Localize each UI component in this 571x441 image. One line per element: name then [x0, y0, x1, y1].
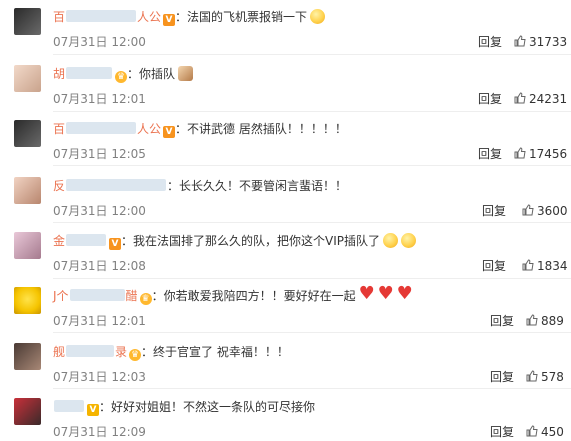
comment-time: 07月31日 12:00 [53, 35, 146, 49]
cat-emoji-icon [178, 66, 194, 81]
thumbs-up-icon [526, 314, 538, 326]
thumbs-up-icon [514, 147, 526, 159]
username-blurred [66, 122, 137, 134]
heart-emoji-icon [378, 285, 394, 303]
reply-button[interactable]: 回复 [482, 257, 506, 275]
like-button[interactable]: 450 [526, 423, 564, 441]
reply-button[interactable]: 回复 [478, 33, 502, 51]
username[interactable]: 反 [53, 179, 65, 193]
username-blurred [66, 67, 113, 79]
divider [53, 388, 571, 389]
username-end[interactable]: 醋 [126, 289, 138, 303]
like-count: 450 [541, 425, 564, 439]
comment-text: 法国的飞机票报销一下 [187, 10, 308, 24]
thumbs-up-icon [522, 204, 534, 216]
like-count: 1834 [537, 259, 568, 273]
avatar[interactable] [14, 398, 41, 425]
heart-emoji-icon [397, 285, 413, 303]
like-count: 31733 [529, 35, 568, 49]
username[interactable]: 百 [53, 122, 65, 136]
reply-button[interactable]: 回复 [490, 312, 514, 330]
reply-button[interactable]: 回复 [478, 145, 502, 163]
avatar[interactable] [14, 177, 41, 204]
username-end[interactable]: 录 [115, 345, 127, 359]
reply-button[interactable]: 回复 [490, 368, 514, 386]
crown-badge-icon: ♛ [139, 293, 152, 305]
comment-time: 07月31日 12:03 [53, 370, 146, 384]
comment-text: 不讲武德 居然插队！！！！！ [187, 122, 347, 136]
like-button[interactable]: 1834 [522, 257, 568, 275]
smile-emoji-icon [401, 233, 417, 248]
comment-time: 07月31日 12:05 [53, 147, 146, 161]
like-count: 889 [541, 314, 564, 328]
comment-time: 07月31日 12:01 [53, 92, 146, 106]
like-count: 24231 [529, 92, 568, 106]
comment-time: 07月31日 12:08 [53, 259, 146, 273]
username[interactable]: 百 [53, 10, 65, 24]
heart-emoji-icon [359, 285, 375, 303]
like-button[interactable]: 17456 [514, 145, 567, 163]
like-button[interactable]: 889 [526, 312, 564, 330]
reply-button[interactable]: 回复 [490, 423, 514, 441]
comment-time: 07月31日 12:01 [53, 314, 146, 328]
reply-button[interactable]: 回复 [482, 202, 506, 220]
thumbs-up-icon [522, 259, 534, 271]
thumbs-up-icon [526, 425, 538, 437]
username-blurred [66, 345, 115, 357]
crown-badge-icon: ♛ [129, 349, 142, 361]
smile-emoji-icon [383, 233, 399, 248]
vip-badge-icon: V [87, 404, 99, 416]
comment-time: 07月31日 12:00 [53, 204, 146, 218]
username-blurred [66, 234, 107, 246]
divider [53, 332, 571, 333]
like-button[interactable]: 3600 [522, 202, 568, 220]
like-count: 3600 [537, 204, 568, 218]
username[interactable]: 舰 [53, 345, 65, 359]
vip-badge-icon: V [163, 14, 176, 26]
crown-badge-icon: ♛ [115, 71, 128, 83]
avatar[interactable] [14, 343, 41, 370]
comment-text: 你插队 [139, 67, 176, 81]
username-blurred [69, 289, 125, 301]
like-count: 578 [541, 370, 564, 384]
divider [53, 222, 571, 223]
thumbs-up-icon [514, 92, 526, 104]
comment-text: 我在法国排了那么久的队，把你这个VIP插队了 [133, 234, 381, 248]
thumbs-up-icon [514, 35, 526, 47]
comment-text: 好好对姐姐！不然这一条队的可尽接你 [111, 400, 316, 414]
thumbs-up-icon [526, 370, 538, 382]
avatar[interactable] [14, 8, 41, 35]
divider [53, 111, 571, 112]
username-end[interactable]: 人公 [137, 122, 161, 136]
divider [53, 54, 571, 55]
vip-badge-icon: V [109, 238, 122, 250]
like-button[interactable]: 31733 [514, 33, 567, 51]
divider [53, 165, 571, 166]
avatar[interactable] [14, 65, 41, 92]
comment-text: 你若敢爱我陪四方！！要好好在一起 [163, 289, 356, 303]
divider [53, 278, 571, 279]
username-blurred [66, 10, 137, 22]
comment-text: 长长久久！不要管闲言蜚语！！ [179, 179, 348, 193]
username-blurred [66, 179, 167, 191]
avatar[interactable] [14, 120, 41, 147]
comment-time: 07月31日 12:09 [53, 425, 146, 439]
username-blurred [54, 400, 84, 412]
smile-emoji-icon [310, 9, 326, 24]
username[interactable]: 金 [53, 234, 65, 248]
comment-text: 终于官宣了 祝幸福！！！ [153, 345, 289, 359]
avatar[interactable] [14, 232, 41, 259]
avatar[interactable] [14, 287, 41, 314]
username-end[interactable]: 人公 [137, 10, 161, 24]
like-button[interactable]: 578 [526, 368, 564, 386]
like-count: 17456 [529, 147, 568, 161]
vip-badge-icon: V [163, 126, 176, 138]
like-button[interactable]: 24231 [514, 90, 567, 108]
reply-button[interactable]: 回复 [478, 90, 502, 108]
username[interactable]: J个 [53, 289, 69, 303]
username[interactable]: 胡 [53, 67, 65, 81]
